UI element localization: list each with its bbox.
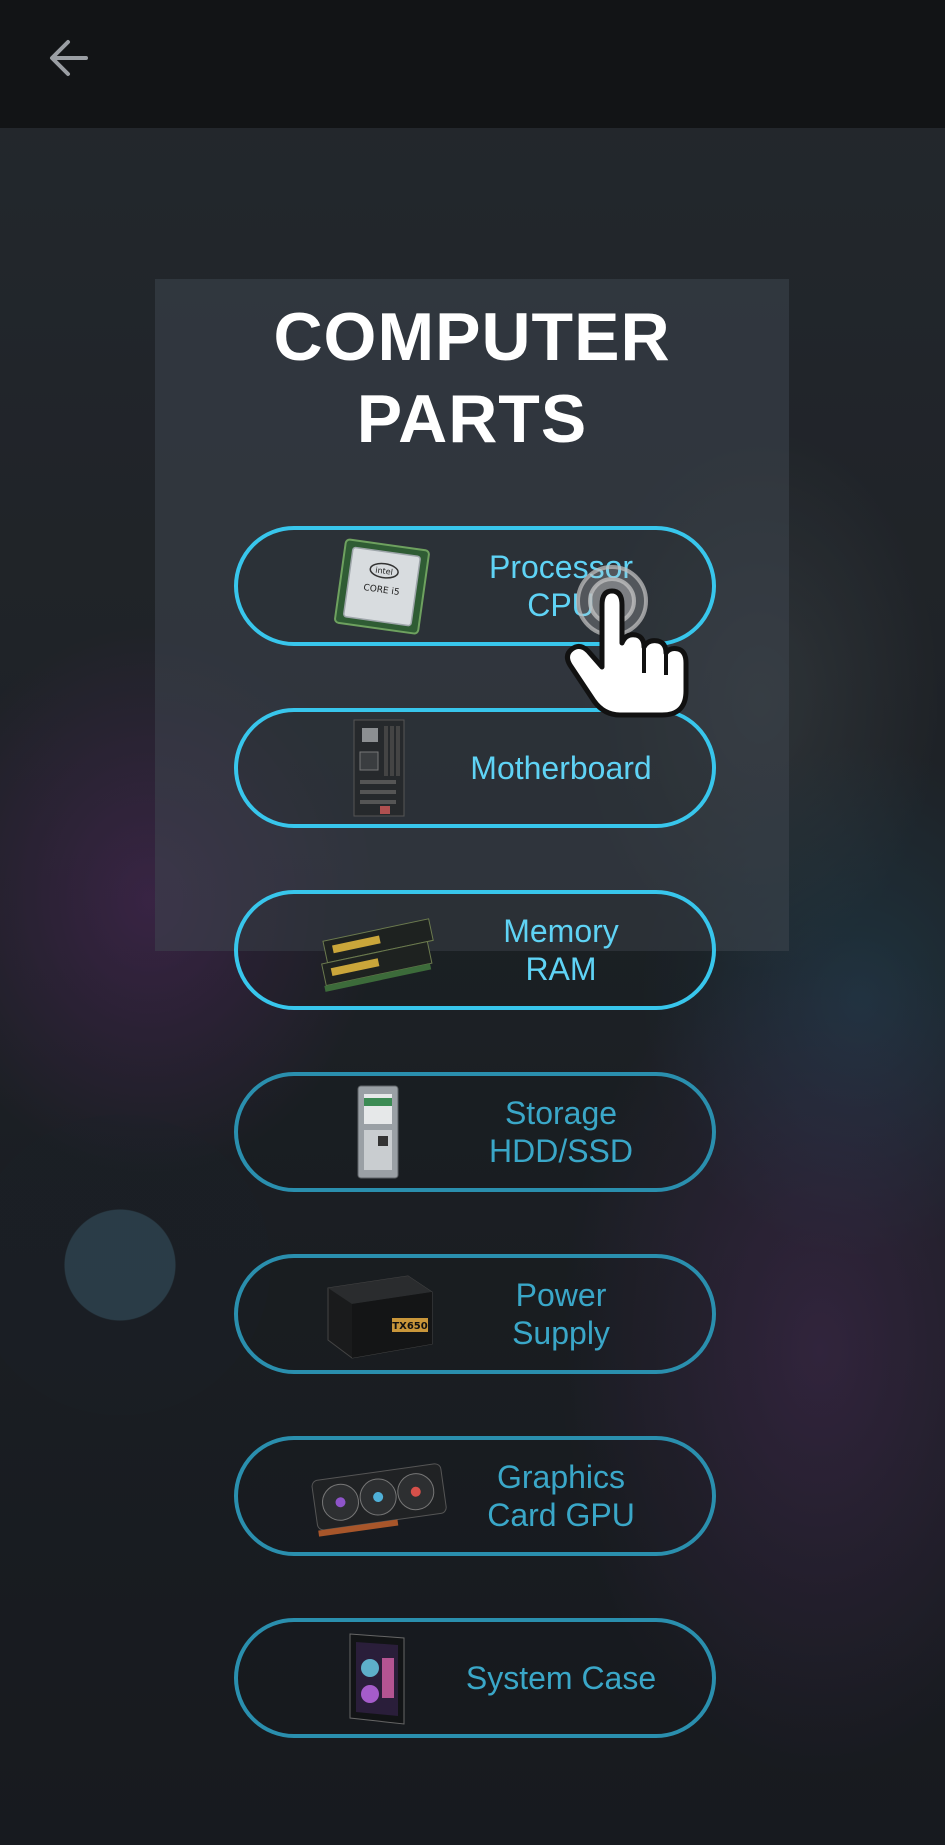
part-label-storage-line-2: HDD/SSD <box>488 1133 633 1169</box>
part-label-psu-line-2: Supply <box>512 1315 610 1351</box>
part-label-gpu-line-2: Card GPU <box>487 1497 635 1533</box>
graphics-card-icon <box>311 1463 447 1537</box>
page-title-line-2: PARTS <box>356 381 588 457</box>
part-button-storage[interactable]: Storage HDD/SSD <box>234 1072 716 1192</box>
part-button-psu[interactable]: TX650 Power Supply <box>234 1254 716 1374</box>
ram-stick-icon <box>321 918 434 992</box>
part-label-case-line-1: System Case <box>465 1660 657 1696</box>
part-label-motherboard: Motherboard <box>446 712 676 824</box>
part-label-psu: Power Supply <box>446 1258 676 1370</box>
part-label-ram-line-1: Memory <box>503 913 619 949</box>
part-button-cpu[interactable]: intel CORE i5 Processor CPU <box>234 526 716 646</box>
page-title-line-1: COMPUTER <box>273 299 671 375</box>
hard-drive-icon <box>357 1085 399 1179</box>
motherboard-icon <box>353 719 405 817</box>
part-label-ram-line-2: RAM <box>525 951 597 987</box>
part-label-motherboard-line-1: Motherboard <box>470 750 652 786</box>
arrow-left-icon <box>50 40 88 76</box>
cpu-chip-icon: intel CORE i5 <box>334 538 430 635</box>
page-title: COMPUTER PARTS <box>155 296 789 460</box>
part-label-case: System Case <box>446 1622 676 1734</box>
part-label-cpu: Processor CPU <box>446 530 676 642</box>
power-supply-icon: TX650 <box>327 1275 433 1359</box>
back-button[interactable] <box>36 26 100 90</box>
pc-case-icon <box>349 1633 405 1725</box>
part-label-cpu-line-1: Processor <box>488 549 634 585</box>
part-label-gpu: Graphics Card GPU <box>446 1440 676 1552</box>
part-label-psu-line-1: Power <box>515 1277 607 1313</box>
part-label-cpu-line-2: CPU <box>527 587 595 623</box>
part-label-storage-line-1: Storage <box>504 1095 618 1131</box>
app-bar <box>0 0 945 128</box>
part-label-ram: Memory RAM <box>446 894 676 1006</box>
svg-text:TX650: TX650 <box>392 1321 427 1332</box>
part-button-case[interactable]: System Case <box>234 1618 716 1738</box>
part-label-gpu-line-1: Graphics <box>496 1459 626 1495</box>
part-button-gpu[interactable]: Graphics Card GPU <box>234 1436 716 1556</box>
part-button-motherboard[interactable]: Motherboard <box>234 708 716 828</box>
part-button-ram[interactable]: Memory RAM <box>234 890 716 1010</box>
part-label-storage: Storage HDD/SSD <box>446 1076 676 1188</box>
